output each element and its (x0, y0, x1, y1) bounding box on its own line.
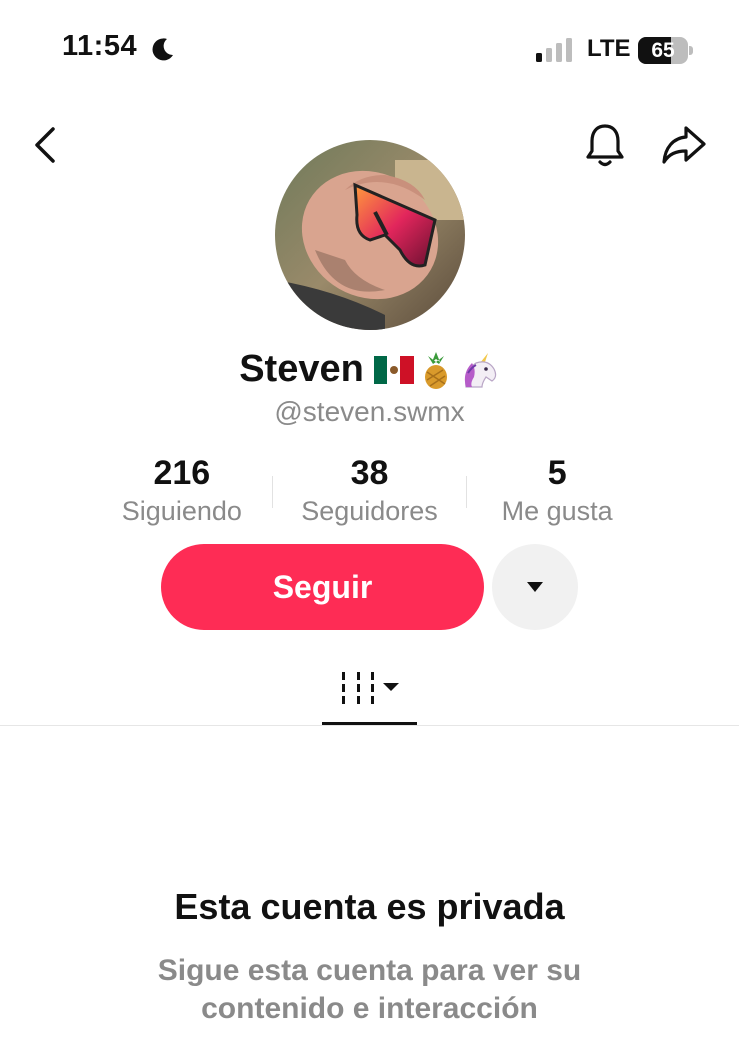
stat-divider (272, 476, 273, 508)
grid-videos-icon (342, 672, 399, 704)
stat-following[interactable]: 216 Siguiendo (88, 452, 276, 532)
status-time: 11:54 (62, 30, 138, 62)
stat-value: 38 (350, 454, 389, 492)
back-chevron-icon (35, 127, 55, 163)
unicorn-icon (464, 352, 497, 388)
moon-icon (152, 38, 173, 61)
stats-row: 216 Siguiendo 38 Seguidores 5 Me gusta (88, 452, 651, 532)
avatar-photo (275, 140, 465, 330)
battery-icon: 65 (638, 37, 694, 65)
display-name: Steven (239, 348, 364, 390)
share-button[interactable] (656, 120, 712, 170)
mexico-flag-icon (373, 355, 414, 384)
stat-label: Seguidores (301, 496, 438, 526)
status-bar: 11:54 LTE 65 (0, 0, 739, 100)
battery-percent: 65 (651, 39, 675, 62)
name-emojis (373, 350, 500, 390)
stat-value: 216 (153, 454, 211, 492)
more-options-button[interactable] (492, 544, 578, 630)
network-type: LTE (587, 35, 631, 62)
private-account-title: Esta cuenta es privada (174, 886, 565, 927)
private-account-subtitle: Sigue esta cuenta para ver su contenido … (157, 954, 582, 1025)
pineapple-icon (424, 351, 447, 389)
name-row: Steven (0, 348, 739, 391)
profile-screen: 11:54 LTE 65 Steven @steven.swmx 216 Sig… (0, 0, 739, 1058)
caret-down-icon (527, 582, 543, 592)
signal-icon (536, 38, 572, 62)
stat-likes[interactable]: 5 Me gusta (463, 452, 651, 532)
notifications-button[interactable] (580, 118, 630, 172)
follow-button[interactable]: Seguir (161, 544, 484, 630)
bell-icon (586, 124, 624, 167)
back-button[interactable] (22, 120, 68, 170)
avatar[interactable] (275, 140, 465, 330)
stat-label: Siguiendo (121, 496, 242, 526)
username: @steven.swmx (274, 396, 465, 427)
tab-divider (0, 725, 739, 726)
stat-followers[interactable]: 38 Seguidores (276, 452, 464, 532)
share-arrow-icon (662, 126, 706, 164)
stat-value: 5 (547, 454, 567, 492)
stat-label: Me gusta (501, 496, 613, 526)
stat-divider (466, 476, 467, 508)
tab-videos[interactable] (322, 660, 417, 726)
